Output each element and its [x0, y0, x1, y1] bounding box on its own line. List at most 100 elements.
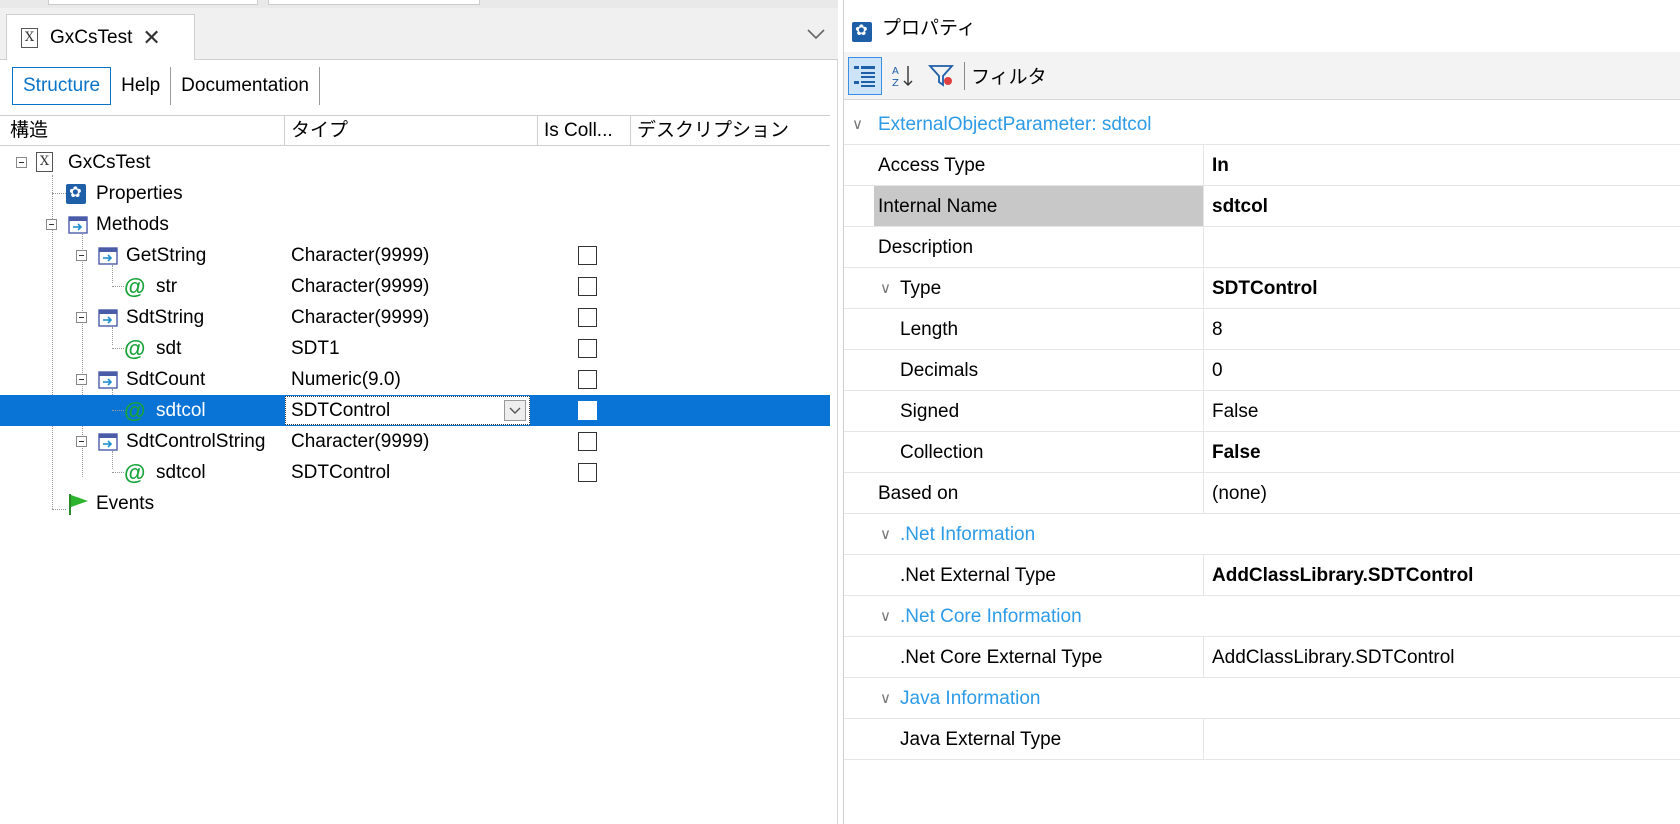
chevron-down-icon[interactable]: ∨	[880, 514, 891, 555]
parameter-at-icon: @	[124, 398, 146, 423]
collapse-icon[interactable]	[76, 436, 87, 447]
tab-structure[interactable]: Structure	[12, 67, 112, 105]
top-strip-tab[interactable]	[48, 0, 258, 5]
is-collection-checkbox[interactable]	[578, 401, 597, 420]
tree-row-method[interactable]: SdtControlString Character(9999)	[0, 426, 830, 457]
type-combobox[interactable]: SDTControl	[285, 396, 530, 425]
is-collection-checkbox[interactable]	[578, 463, 597, 482]
type-cell[interactable]: Character(9999)	[291, 271, 429, 302]
property-value[interactable]: In	[1212, 145, 1229, 186]
collapse-icon[interactable]	[46, 219, 57, 230]
properties-toolbar: A Z フィルタ	[844, 52, 1680, 100]
property-value[interactable]: False	[1212, 432, 1261, 473]
property-row-collection[interactable]: Collection False	[844, 432, 1680, 473]
tree-row-events[interactable]: Events	[0, 488, 830, 519]
tree-node-label: SdtControlString	[126, 431, 266, 452]
property-name: Length	[900, 319, 959, 340]
property-category-header[interactable]: ∨ ExternalObjectParameter: sdtcol	[844, 104, 1680, 145]
property-group-net-core[interactable]: ∨ .Net Core Information	[844, 596, 1680, 637]
is-collection-checkbox[interactable]	[578, 432, 597, 451]
property-row-net-external-type[interactable]: .Net External Type AddClassLibrary.SDTCo…	[844, 555, 1680, 596]
tree-row-method[interactable]: SdtCount Numeric(9.0)	[0, 364, 830, 395]
property-value[interactable]: 0	[1212, 350, 1223, 391]
chevron-down-icon[interactable]	[804, 22, 828, 46]
type-cell[interactable]: SDT1	[291, 333, 340, 364]
is-collection-checkbox[interactable]	[578, 246, 597, 265]
property-name: Decimals	[900, 360, 979, 381]
type-cell[interactable]: Character(9999)	[291, 240, 429, 271]
type-cell[interactable]: Numeric(9.0)	[291, 364, 401, 395]
tree-row-parameter-selected[interactable]: @ sdtcol SDTControl	[0, 395, 830, 426]
top-strip-tab[interactable]	[268, 0, 480, 5]
type-cell[interactable]: Character(9999)	[291, 426, 429, 457]
property-value[interactable]: False	[1212, 391, 1258, 432]
property-row-type[interactable]: ∨ Type SDTControl	[844, 268, 1680, 309]
close-tab-icon[interactable]: ✕	[142, 25, 160, 51]
property-group-label: .Net Core Information	[900, 606, 1082, 627]
property-name: Based on	[878, 483, 959, 504]
property-name: Signed	[900, 401, 960, 422]
type-cell[interactable]: Character(9999)	[291, 302, 429, 333]
tree-row-properties[interactable]: Properties	[0, 178, 830, 209]
property-row-internal-name[interactable]: Internal Name sdtcol	[844, 186, 1680, 227]
property-row-decimals[interactable]: Decimals 0	[844, 350, 1680, 391]
property-group-net[interactable]: ∨ .Net Information	[844, 514, 1680, 555]
type-cell[interactable]: SDTControl	[291, 457, 390, 488]
structure-editor: X GxCsTest ✕ Structure Help Documentatio…	[0, 0, 838, 824]
chevron-down-icon[interactable]: ∨	[880, 678, 891, 719]
tree-row-parameter[interactable]: @ str Character(9999)	[0, 271, 830, 302]
filter-button[interactable]	[924, 57, 958, 95]
column-header-is-collection[interactable]: Is Coll...	[538, 116, 631, 145]
column-header-structure[interactable]: 構造	[0, 116, 285, 145]
is-collection-checkbox[interactable]	[578, 277, 597, 296]
properties-title-bar: プロパティ	[844, 0, 1680, 52]
is-collection-checkbox[interactable]	[578, 308, 597, 327]
property-value[interactable]: sdtcol	[1212, 186, 1268, 227]
tree-row-parameter[interactable]: @ sdtcol SDTControl	[0, 457, 830, 488]
filter-label[interactable]: フィルタ	[971, 62, 1047, 89]
property-value[interactable]: 8	[1212, 309, 1223, 350]
parameter-at-icon: @	[124, 274, 146, 299]
tree-row-method[interactable]: SdtString Character(9999)	[0, 302, 830, 333]
property-row-java-external-type[interactable]: Java External Type	[844, 719, 1680, 760]
property-value[interactable]: SDTControl	[1212, 268, 1318, 309]
collapse-icon[interactable]	[16, 157, 27, 168]
property-row-net-core-external-type[interactable]: .Net Core External Type AddClassLibrary.…	[844, 637, 1680, 678]
document-tab[interactable]: X GxCsTest ✕	[6, 14, 195, 60]
collapse-icon[interactable]	[76, 312, 87, 323]
column-header-description[interactable]: デスクリプション	[631, 116, 830, 145]
tree-node-label: SdtString	[126, 307, 205, 328]
chevron-down-icon[interactable]: ∨	[880, 596, 891, 637]
categorized-view-button[interactable]	[848, 56, 882, 95]
property-row-based-on[interactable]: Based on (none)	[844, 473, 1680, 514]
combobox-dropdown-button[interactable]	[504, 400, 526, 421]
tree-guide-line	[52, 193, 66, 194]
property-row-access-type[interactable]: Access Type In	[844, 145, 1680, 186]
tree-row-parameter[interactable]: @ sdt SDT1	[0, 333, 830, 364]
flag-icon	[69, 494, 88, 515]
collapse-icon[interactable]	[76, 250, 87, 261]
method-icon	[98, 247, 118, 265]
tree-node-label: sdtcol	[156, 462, 206, 483]
tab-documentation[interactable]: Documentation	[171, 67, 320, 105]
tree-row-root[interactable]: X GxCsTest	[0, 147, 830, 178]
is-collection-checkbox[interactable]	[578, 370, 597, 389]
property-row-description[interactable]: Description	[844, 227, 1680, 268]
alphabetical-sort-button[interactable]: A Z	[886, 57, 920, 95]
tree-row-method[interactable]: GetString Character(9999)	[0, 240, 830, 271]
chevron-down-icon[interactable]: ∨	[880, 268, 891, 309]
property-row-length[interactable]: Length 8	[844, 309, 1680, 350]
chevron-down-icon[interactable]: ∨	[852, 104, 863, 145]
tab-help[interactable]: Help	[111, 67, 172, 105]
property-group-java[interactable]: ∨ Java Information	[844, 678, 1680, 719]
property-value[interactable]: AddClassLibrary.SDTControl	[1212, 637, 1455, 678]
property-name: Java External Type	[900, 729, 1062, 750]
is-collection-checkbox[interactable]	[578, 339, 597, 358]
property-value[interactable]: (none)	[1212, 473, 1267, 514]
tree-row-methods[interactable]: Methods	[0, 209, 830, 240]
collapse-icon[interactable]	[76, 374, 87, 385]
column-header-type[interactable]: タイプ	[285, 116, 538, 145]
tree-node-label: Methods	[96, 214, 169, 235]
property-row-signed[interactable]: Signed False	[844, 391, 1680, 432]
property-value[interactable]: AddClassLibrary.SDTControl	[1212, 555, 1473, 596]
